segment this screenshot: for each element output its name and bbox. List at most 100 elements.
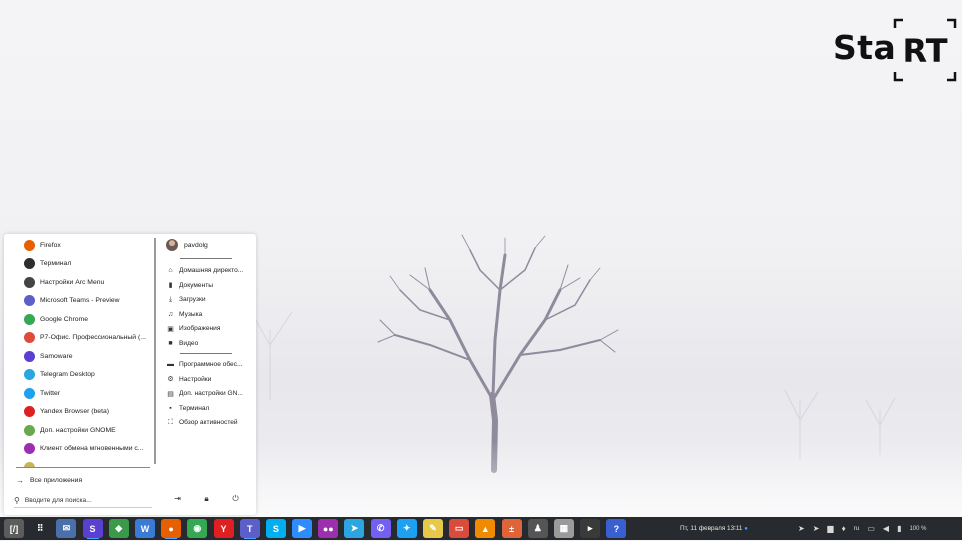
telegram-icon[interactable]: ➤	[344, 519, 365, 538]
lock-icon[interactable]: 🔒︎	[201, 493, 212, 504]
yandex-browser-icon	[24, 406, 35, 418]
home-icon: ⌂	[168, 267, 173, 274]
app-list-item[interactable]: Р7-Офис. Профессиональный (...	[4, 329, 154, 348]
battery-icon[interactable]: ▮	[897, 524, 901, 533]
place-item[interactable]: ▤ Доп. настройки GN...	[166, 387, 252, 400]
yandex-browser-icon[interactable]: Y	[213, 519, 234, 538]
skype-icon[interactable]: S	[265, 519, 286, 538]
help-icon[interactable]: ?	[606, 519, 627, 538]
vlc-icon[interactable]: ▲	[475, 519, 496, 538]
place-item[interactable]: ⚙ Настройки	[166, 373, 252, 386]
app-list-item[interactable]: Терминал	[4, 255, 154, 274]
samoware-icon	[24, 350, 35, 362]
place-item[interactable]: ▣ Изображения	[166, 322, 252, 335]
viber-icon[interactable]: ✆	[370, 519, 391, 538]
twitter-icon[interactable]: ✦	[396, 519, 417, 538]
zoom-icon[interactable]: ▶	[292, 519, 313, 538]
app-label: Microsoft Teams - Preview	[40, 297, 120, 305]
calculator-icon[interactable]: ±	[501, 519, 522, 538]
firefox-icon[interactable]: ●	[161, 519, 182, 539]
mail-icon[interactable]: ✉	[56, 519, 77, 538]
gnome-tweaks-icon	[24, 424, 35, 436]
telegram-tray-icon[interactable]: ➤	[798, 524, 805, 533]
app-grid-icon[interactable]: ⠿	[30, 519, 51, 538]
app-list-item[interactable]: Twitter	[4, 384, 154, 403]
logo-framed-text: RT	[902, 32, 947, 70]
avatar	[166, 239, 178, 251]
user-icon[interactable]: ♟	[527, 519, 548, 538]
software-center-icon[interactable]: ▦	[553, 519, 574, 538]
place-item[interactable]: ⤓ Загрузки	[166, 293, 252, 306]
chrome-icon	[24, 313, 35, 325]
user-name: pavdolg	[184, 241, 208, 249]
teams-icon[interactable]: T	[239, 519, 260, 539]
volume-icon[interactable]: ◀	[883, 524, 889, 533]
search-field[interactable]: ⚲ Вводите для поиска...	[14, 494, 152, 508]
word-icon[interactable]: W	[134, 519, 155, 538]
app-list-item[interactable]: Доп. настройки GNOME	[4, 421, 154, 440]
start-logo: Sta RT	[833, 18, 957, 82]
place-item[interactable]: ▪ Терминал	[166, 402, 252, 415]
place-item[interactable]: ⛶ Обзор активностей	[166, 416, 252, 429]
app-label: Р7-Офис. Профессиональный (...	[40, 334, 146, 342]
presentation-icon[interactable]: ▭	[449, 519, 470, 538]
separator	[180, 258, 232, 259]
chat-tray-icon[interactable]: ▆	[827, 524, 833, 533]
arc-menu-logo-icon[interactable]: [/]	[4, 519, 24, 538]
place-item[interactable]: ♫ Музыка	[166, 308, 252, 321]
clock-text: Пт, 11 февраля 13∶11	[680, 525, 743, 532]
all-apps-button[interactable]: → Все приложения	[16, 474, 82, 486]
app-list-item[interactable]: Yandex Browser (beta)	[4, 403, 154, 422]
tweaks-icon: ▤	[167, 390, 174, 398]
scrollbar[interactable]	[154, 238, 156, 464]
document-icon: ▮	[168, 282, 173, 290]
place-label: Музыка	[179, 310, 203, 318]
app-label: Настройки Arc Menu	[40, 278, 105, 286]
chrome-icon[interactable]: ◉	[187, 519, 208, 538]
app-list-item[interactable]: Samoware	[4, 347, 154, 366]
app-label: Yandex Browser (beta)	[40, 408, 110, 416]
place-label: Обзор активностей	[179, 419, 238, 427]
place-label: Документы	[179, 281, 213, 289]
r7-office-icon[interactable]: ◆	[108, 519, 129, 538]
terminal-icon[interactable]: ▸	[580, 519, 601, 538]
user-button[interactable]: pavdolg	[166, 238, 208, 252]
running-indicator	[165, 537, 178, 539]
paint-icon[interactable]: ✎	[423, 519, 443, 538]
app-label: Samoware	[40, 352, 73, 360]
session-buttons: ⇥ 🔒︎ ⏻	[172, 493, 242, 505]
app-list-item[interactable]: Microsoft Teams - Preview	[4, 292, 154, 311]
app-list-item[interactable]: Google Chrome	[4, 310, 154, 329]
app-list-item[interactable]: Firefox	[4, 236, 154, 255]
place-item[interactable]: ▮ Документы	[166, 279, 252, 292]
messenger-icon[interactable]: ●●	[318, 519, 339, 538]
logo-frame: RT	[893, 18, 957, 82]
menu-left-column: Firefox Терминал Настройки Arc Menu Microso…	[4, 234, 154, 515]
place-label: Настройки	[179, 375, 212, 383]
twitter-icon	[24, 387, 35, 399]
app-list-item[interactable]: Клиент обмена мгновенными с...	[4, 440, 154, 459]
running-indicator	[86, 537, 99, 539]
power-icon[interactable]: ⏻	[230, 493, 241, 504]
teams-tray-icon[interactable]: ♦	[842, 524, 846, 533]
network-icon[interactable]: ▭	[867, 524, 875, 533]
clock[interactable]: Пт, 11 февраля 13∶11 ●	[680, 517, 748, 540]
telegram-tray-icon[interactable]: ➤	[813, 524, 820, 533]
place-item[interactable]: ▬ Программное обес...	[166, 358, 252, 371]
logout-icon[interactable]: ⇥	[172, 493, 183, 504]
place-label: Доп. настройки GN...	[179, 390, 243, 398]
keyboard-layout[interactable]: ru	[854, 525, 860, 532]
place-item[interactable]: ■ Видео	[166, 337, 252, 350]
logo-text: Sta	[833, 28, 897, 67]
app-list-item[interactable]: Telegram Desktop	[4, 366, 154, 385]
system-tray: ➤ ➤ ▆ ♦ ru ▭ ◀ ▮ 100 %	[798, 517, 926, 540]
place-item[interactable]: ⌂ Домашняя директо...	[166, 264, 252, 277]
all-apps-label: Все приложения	[30, 476, 83, 484]
app-list-item[interactable]: Настройки Arc Menu	[4, 273, 154, 292]
app-list: Firefox Терминал Настройки Arc Menu Microso…	[4, 236, 154, 468]
telegram-icon	[24, 369, 35, 381]
teams-icon	[24, 295, 35, 307]
samoware-icon[interactable]: S	[82, 519, 103, 539]
image-icon: ▣	[167, 325, 174, 333]
place-label: Видео	[179, 340, 199, 347]
